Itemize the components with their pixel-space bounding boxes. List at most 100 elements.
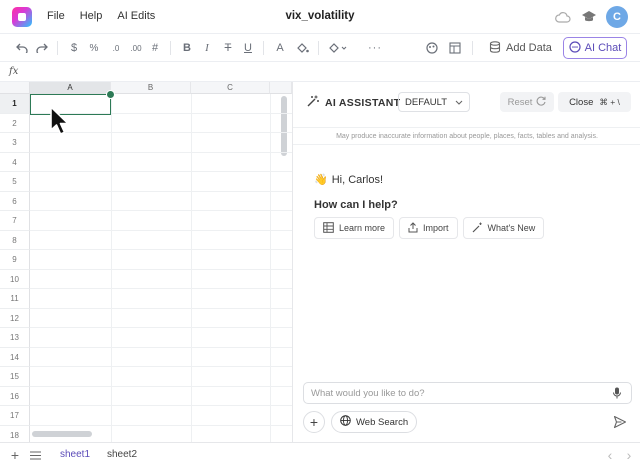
web-search-button[interactable]: Web Search <box>331 411 418 433</box>
waving-hand-icon: 👋 <box>314 174 328 186</box>
row-divider <box>30 385 292 387</box>
row-divider <box>30 151 292 153</box>
bold-button[interactable]: B <box>180 38 194 58</box>
italic-button[interactable]: I <box>200 38 214 58</box>
sheet-tabs-bar: + sheet1 sheet2 ‹ › <box>0 442 640 467</box>
reset-button[interactable]: Reset <box>500 92 554 112</box>
strikethrough-button[interactable]: T <box>221 38 235 58</box>
increase-decimals-button[interactable]: .00 <box>128 38 144 58</box>
user-avatar[interactable]: C <box>606 6 628 28</box>
row-header[interactable]: 4 <box>0 152 30 172</box>
chat-bubble-icon <box>569 40 581 56</box>
ai-prompt-input[interactable] <box>303 382 632 404</box>
close-panel-button[interactable]: Close ⌘ + \ <box>558 92 631 112</box>
row-header[interactable]: 6 <box>0 191 30 211</box>
row-header[interactable]: 10 <box>0 269 30 289</box>
row-header[interactable]: 13 <box>0 328 30 348</box>
import-label: Import <box>423 223 449 233</box>
vertical-scrollbar[interactable] <box>281 96 287 156</box>
sheet-tab-sheet2[interactable]: sheet2 <box>107 449 137 460</box>
column-header-a[interactable]: A <box>30 82 111 94</box>
document-title[interactable]: vix_volatility <box>285 10 354 22</box>
column-header-b[interactable]: B <box>111 82 191 94</box>
chevron-down-icon <box>455 97 463 108</box>
underline-button[interactable]: U <box>241 38 255 58</box>
row-header[interactable]: 9 <box>0 250 30 270</box>
percent-format-button[interactable]: % <box>87 38 101 58</box>
toolbar-divider <box>170 41 171 55</box>
magic-wand-icon <box>307 95 319 110</box>
whats-new-chip[interactable]: What's New <box>462 217 545 239</box>
close-label: Close <box>569 96 594 108</box>
toolbar-divider <box>472 41 473 55</box>
learn-more-label: Learn more <box>339 223 386 233</box>
ai-title-text: AI ASSISTANT <box>325 96 401 109</box>
number-format-button[interactable]: # <box>148 38 162 58</box>
menu-help[interactable]: Help <box>80 10 103 22</box>
add-sheet-icon[interactable]: + <box>7 447 23 463</box>
row-header[interactable]: 7 <box>0 211 30 231</box>
main-menu: File Help AI Edits <box>47 10 155 22</box>
menu-file[interactable]: File <box>47 10 65 22</box>
row-divider <box>30 307 292 309</box>
row-header[interactable]: 1 <box>0 94 30 114</box>
sheet-tab-sheet1[interactable]: sheet1 <box>60 449 90 460</box>
import-chip[interactable]: Import <box>399 217 458 239</box>
ai-assistant-panel: AI ASSISTANT DEFAULT Reset Close ⌘ + \ M… <box>292 82 640 442</box>
conditional-format-icon[interactable] <box>327 38 349 58</box>
theme-palette-icon[interactable] <box>425 38 439 58</box>
scroll-right-icon[interactable]: › <box>621 447 637 463</box>
row-header[interactable]: 11 <box>0 289 30 309</box>
add-data-button[interactable]: Add Data <box>483 37 558 59</box>
refresh-icon <box>536 96 546 109</box>
sheet-list-icon[interactable] <box>27 447 43 463</box>
decrease-decimals-button[interactable]: .0 <box>108 38 124 58</box>
row-header[interactable]: 15 <box>0 367 30 387</box>
select-all-corner[interactable] <box>0 82 30 94</box>
assistant-mode-select[interactable]: DEFAULT <box>398 92 470 112</box>
row-divider <box>30 171 292 172</box>
toolbar-divider <box>318 41 319 55</box>
undo-icon[interactable] <box>14 38 30 58</box>
row-header[interactable]: 8 <box>0 230 30 250</box>
scroll-left-icon[interactable]: ‹ <box>602 447 618 463</box>
column-header-next[interactable] <box>270 82 292 94</box>
row-header[interactable]: 18 <box>0 425 30 442</box>
app-logo[interactable] <box>12 7 32 27</box>
horizontal-scrollbar[interactable] <box>32 431 92 437</box>
spreadsheet-grid[interactable]: A B C 1 2 3 4 5 6 7 8 9 10 11 12 13 14 15 16 17 18 <box>0 82 292 442</box>
greeting: 👋 Hi, Carlos! <box>314 173 383 187</box>
column-header-c[interactable]: C <box>191 82 270 94</box>
send-icon[interactable] <box>613 415 627 429</box>
top-right-icons: C <box>554 6 628 28</box>
microphone-icon[interactable] <box>611 387 623 399</box>
row-divider <box>30 424 292 426</box>
font-color-button[interactable]: A <box>273 38 287 58</box>
currency-format-button[interactable]: $ <box>67 38 81 58</box>
redo-icon[interactable] <box>34 38 50 58</box>
fill-color-icon[interactable] <box>294 38 310 58</box>
top-bar: File Help AI Edits vix_volatility C <box>0 0 640 34</box>
row-divider <box>30 288 292 289</box>
cloud-sync-icon[interactable] <box>554 8 572 26</box>
formula-bar[interactable]: fx <box>0 62 640 82</box>
attach-button[interactable]: + <box>303 411 325 433</box>
menu-ai-edits[interactable]: AI Edits <box>117 10 155 22</box>
reset-label: Reset <box>507 96 533 108</box>
table-icon <box>323 221 334 235</box>
row-header[interactable]: 14 <box>0 347 30 367</box>
row-header[interactable]: 12 <box>0 308 30 328</box>
more-options-button[interactable]: ··· <box>366 38 384 58</box>
row-header[interactable]: 2 <box>0 113 30 133</box>
row-header[interactable]: 3 <box>0 133 30 153</box>
graduation-cap-icon[interactable] <box>580 8 598 26</box>
learn-more-chip[interactable]: Learn more <box>314 217 395 239</box>
suggestion-chips: Learn more Import What's New <box>314 217 545 239</box>
table-format-icon[interactable] <box>448 38 462 58</box>
row-header[interactable]: 16 <box>0 386 30 406</box>
ai-chat-button[interactable]: AI Chat <box>563 37 627 59</box>
fill-handle[interactable] <box>106 90 115 99</box>
ai-panel-title: AI ASSISTANT <box>307 95 400 110</box>
row-header[interactable]: 17 <box>0 406 30 426</box>
row-header[interactable]: 5 <box>0 172 30 192</box>
